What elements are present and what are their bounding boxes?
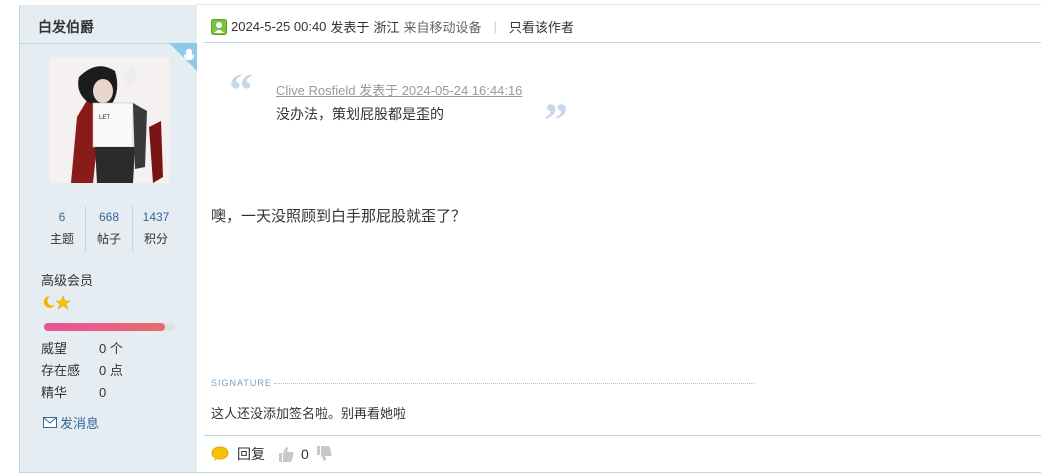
quote-author-link[interactable]: Clive Rosfield 发表于 2024-05-24 16:44:16 xyxy=(276,80,522,99)
meta-divider-line xyxy=(204,42,1041,43)
signature-divider xyxy=(274,383,754,384)
post-meta: 2024-5-25 00:40 发表于 浙江 来自移动设备 | 只看该作者 xyxy=(211,17,574,36)
signature-label: SIGNATURE xyxy=(211,378,272,388)
post-source: 来自移动设备 xyxy=(403,20,482,35)
avatar-image: LET xyxy=(49,57,169,183)
post-actions: 回复 0 xyxy=(211,444,333,464)
like-control: 0 xyxy=(277,445,333,463)
online-user-icon xyxy=(211,18,227,35)
author-info: 威望 0 个 存在感 0 点 精华 0 xyxy=(41,338,123,404)
info-row-presence: 存在感 0 点 xyxy=(41,360,123,382)
stat-threads-label: 主题 xyxy=(49,232,74,246)
thumbs-up-icon[interactable] xyxy=(277,445,295,463)
only-author-link[interactable]: 只看该作者 xyxy=(509,17,574,36)
info-row-prestige: 威望 0 个 xyxy=(41,338,123,360)
info-row-digest: 精华 0 xyxy=(41,382,123,404)
stat-posts-value: 668 xyxy=(98,210,120,224)
credit-progress-fill xyxy=(44,323,165,331)
speech-bubble-icon xyxy=(211,446,229,461)
bottom-divider xyxy=(19,472,1041,473)
signature-text: 这人还没添加签名啦。别再看她啦 xyxy=(211,406,407,421)
send-message-label: 发消息 xyxy=(60,416,100,431)
info-value: 0 个 xyxy=(99,341,123,356)
android-icon xyxy=(169,43,197,71)
post-content: 2024-5-25 00:40 发表于 浙江 来自移动设备 | 只看该作者 “ … xyxy=(196,5,1041,472)
post-body: 噢，一天没照顾到白手那屁股就歪了？ xyxy=(211,208,467,225)
post-time: 2024-5-25 00:40 xyxy=(231,19,327,34)
stat-threads-value: 6 xyxy=(58,210,66,224)
reply-button[interactable]: 回复 xyxy=(211,444,265,464)
thumbs-down-icon[interactable] xyxy=(315,445,333,463)
moon-star-icon xyxy=(43,295,71,310)
info-label: 威望 xyxy=(41,341,68,356)
stat-credits-label: 积分 xyxy=(143,232,168,246)
author-sidebar: 白发伯爵 LET 6 主题 668 帖子 1437 积分 高级会员 威望 0 个… xyxy=(19,5,197,472)
stat-posts-label: 帖子 xyxy=(96,232,121,246)
quote-close-mark: ” xyxy=(544,94,568,147)
svg-text:LET: LET xyxy=(99,115,110,121)
info-value: 0 点 xyxy=(99,363,123,378)
info-value: 0 xyxy=(99,385,107,400)
author-stats: 6 主题 668 帖子 1437 积分 xyxy=(39,206,179,252)
rank-stars xyxy=(41,294,73,313)
forum-post: 白发伯爵 LET 6 主题 668 帖子 1437 积分 高级会员 威望 0 个… xyxy=(0,0,1041,476)
quote-text: 没办法，策划屁股都是歪的 xyxy=(276,106,444,122)
quote-open-mark: “ xyxy=(229,64,253,117)
user-group[interactable]: 高级会员 xyxy=(41,270,93,289)
envelope-icon xyxy=(43,417,57,428)
meta-divider: | xyxy=(493,19,497,34)
post-location: 浙江 xyxy=(373,20,400,35)
avatar[interactable]: LET xyxy=(49,57,169,183)
post-time-prefix: 发表于 xyxy=(330,20,370,35)
like-count: 0 xyxy=(301,446,309,462)
credit-progress-bar xyxy=(44,323,175,331)
stat-credits-value: 1437 xyxy=(142,210,170,224)
send-message-link[interactable]: 发消息 xyxy=(43,413,99,432)
stat-credits[interactable]: 1437 积分 xyxy=(132,206,179,252)
info-label: 存在感 xyxy=(41,363,81,378)
stat-threads[interactable]: 6 主题 xyxy=(39,206,85,252)
author-name[interactable]: 白发伯爵 xyxy=(38,17,94,37)
reply-label: 回复 xyxy=(237,446,265,462)
stat-posts[interactable]: 668 帖子 xyxy=(85,206,132,252)
footer-divider xyxy=(204,435,1041,436)
info-label: 精华 xyxy=(41,385,68,400)
